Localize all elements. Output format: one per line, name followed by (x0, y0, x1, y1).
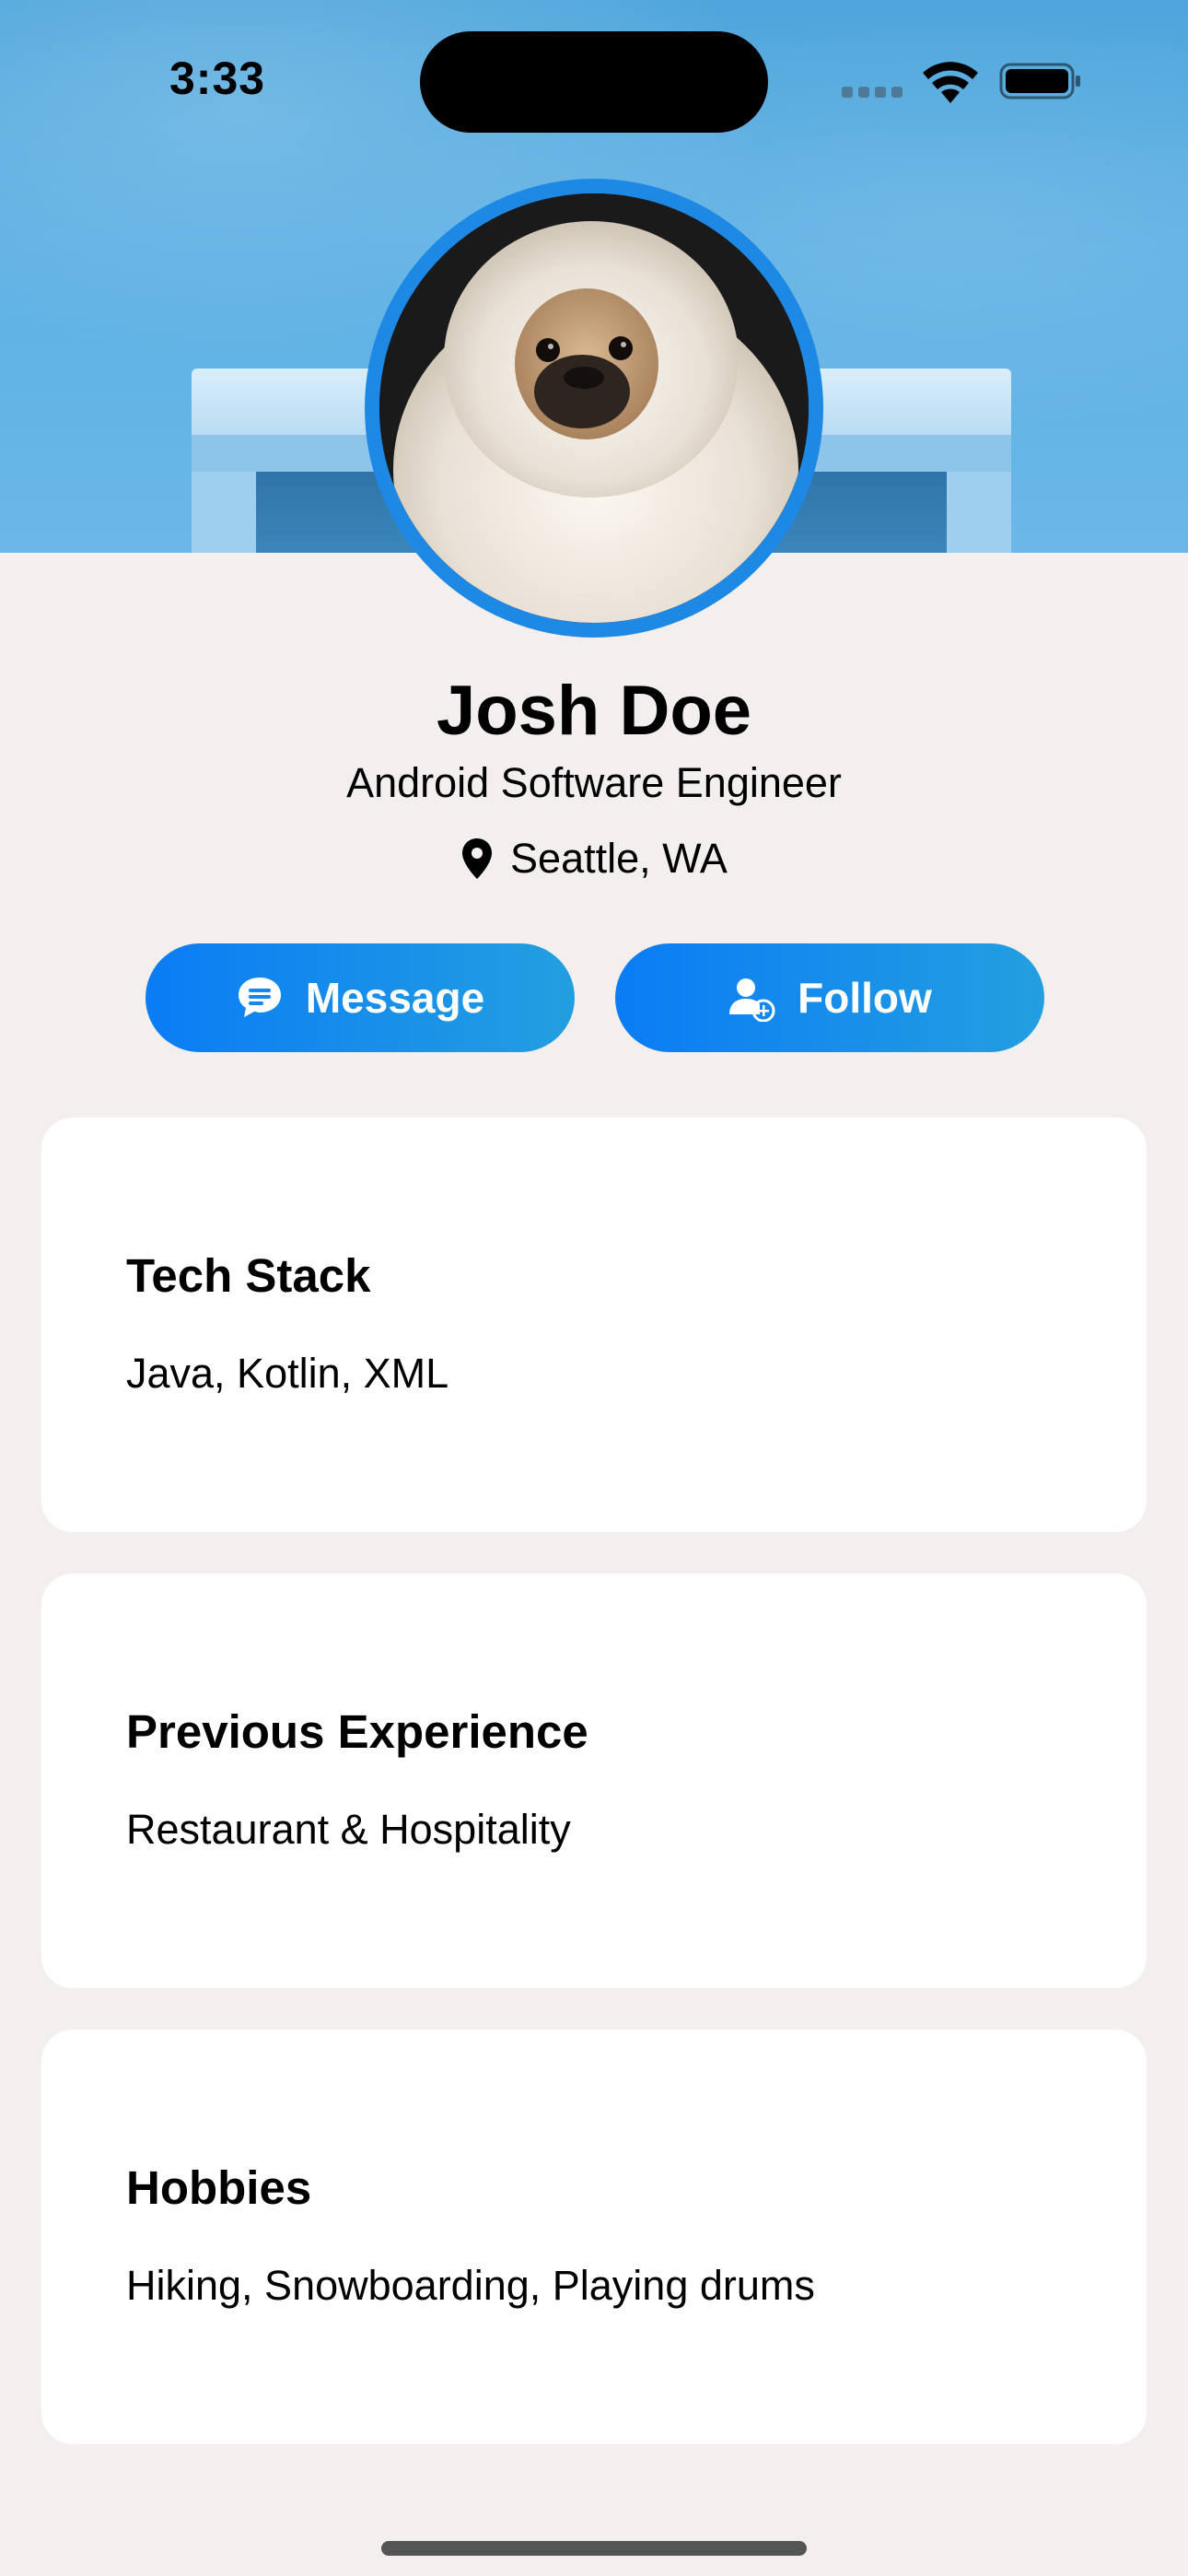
card-previous-experience: Previous Experience Restaurant & Hospita… (41, 1574, 1147, 1988)
cover-table-leg (947, 472, 1011, 553)
avatar-photo (379, 193, 809, 623)
chat-bubble-icon (238, 978, 281, 1017)
wifi-icon (923, 62, 978, 103)
message-button[interactable]: Message (146, 943, 575, 1052)
profile-location: Seattle, WA (0, 835, 1188, 883)
message-button-label: Message (305, 974, 485, 1022)
card-body: Hiking, Snowboarding, Playing drums (126, 2262, 815, 2309)
dynamic-island (420, 31, 768, 133)
person-add-icon (729, 978, 775, 1022)
home-indicator[interactable] (381, 2541, 807, 2556)
card-body: Restaurant & Hospitality (126, 1806, 571, 1853)
profile-title: Android Software Engineer (346, 759, 842, 806)
battery-icon (999, 63, 1080, 100)
card-body: Java, Kotlin, XML (126, 1350, 449, 1397)
follow-button[interactable]: Follow (615, 943, 1044, 1052)
cover-table-leg (192, 472, 256, 553)
location-pin-icon (462, 838, 493, 879)
profile-name: Josh Doe (436, 672, 752, 750)
location-label: Seattle, WA (510, 835, 728, 882)
card-heading: Tech Stack (126, 1249, 371, 1302)
card-hobbies: Hobbies Hiking, Snowboarding, Playing dr… (41, 2030, 1147, 2444)
card-heading: Hobbies (126, 2161, 312, 2214)
card-tech-stack: Tech Stack Java, Kotlin, XML (41, 1118, 1147, 1532)
follow-button-label: Follow (798, 974, 932, 1022)
cellular-signal-icon (842, 87, 903, 98)
avatar[interactable] (365, 179, 823, 638)
dog-photo (379, 193, 809, 623)
card-heading: Previous Experience (126, 1705, 588, 1758)
status-time: 3:33 (169, 53, 266, 104)
